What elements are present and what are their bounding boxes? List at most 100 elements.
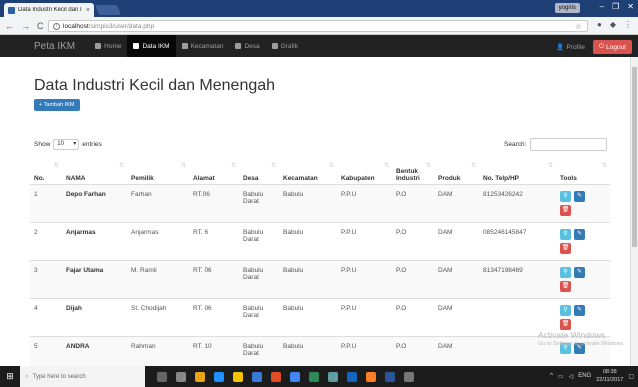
app-icon[interactable] — [290, 371, 300, 382]
notification-icon[interactable]: ▢ — [628, 373, 634, 380]
table-row: 2 Anjarmas Anjarmas RT. 6 Babulu Darat B… — [30, 222, 610, 261]
column-header[interactable]: Kecamatan ⇅ — [279, 157, 337, 185]
navbar-right: 👤 Profile ⏻ Logout — [556, 40, 632, 54]
column-header[interactable]: Alamat ⇅ — [189, 157, 239, 185]
cell-bentuk: P.O — [392, 298, 434, 337]
app-icon[interactable] — [404, 371, 414, 382]
sort-icon: ⇅ — [425, 163, 431, 169]
table-row: 3 Fajar Utama M. Ramli RT. 06 Babulu Dar… — [30, 260, 610, 299]
view-button[interactable]: ⚲ — [560, 266, 571, 278]
reload-icon[interactable]: C — [37, 21, 44, 31]
nav-item-kecamatan[interactable]: Kecamatan — [176, 35, 230, 57]
file-explorer-icon[interactable] — [233, 371, 243, 382]
speaker-icon[interactable]: ◁ — [569, 373, 574, 380]
maximize-icon[interactable]: ❐ — [612, 2, 619, 11]
scrollbar-thumb[interactable] — [632, 67, 637, 247]
windows-start-icon[interactable]: ⊞ — [0, 366, 20, 387]
app-icon[interactable] — [347, 371, 357, 382]
nav-item-home[interactable]: Home — [89, 35, 127, 57]
column-header[interactable]: Tools ⇅ — [556, 157, 610, 185]
column-label: Produk — [438, 174, 461, 182]
cell-bentuk: P.O — [392, 184, 434, 223]
browser-tab[interactable]: Data Industri Kecil dan I × — [4, 3, 94, 17]
chevron-up-icon[interactable]: ^ — [550, 373, 553, 379]
language-indicator[interactable]: ENG — [578, 373, 591, 379]
user-icon: 👤 — [556, 44, 565, 51]
edit-button[interactable]: ✎ — [574, 266, 585, 278]
nav-label: Data IKM — [142, 42, 170, 50]
view-button[interactable]: ⚲ — [560, 228, 571, 240]
back-icon[interactable]: ← — [5, 21, 14, 31]
column-label: Desa — [243, 174, 259, 182]
cell-desa: Babulu Darat — [239, 260, 279, 299]
window-user-badge[interactable]: yogiris — [554, 3, 580, 13]
view-button[interactable]: ⚲ — [560, 190, 571, 202]
column-label: Bentuk Industri — [396, 167, 420, 182]
minimize-icon[interactable]: – — [600, 2, 604, 11]
column-header[interactable]: Pemilik ⇅ — [127, 157, 189, 185]
taskbar-search[interactable]: ○ Type here to search — [20, 366, 145, 387]
shield-icon[interactable]: ◆ — [610, 20, 616, 29]
app-icon[interactable] — [195, 371, 205, 382]
delete-button[interactable]: 🗑 — [560, 242, 571, 254]
column-header[interactable]: No. Telp/HP ⇅ — [479, 157, 556, 185]
column-header[interactable]: Kabupaten ⇅ — [337, 157, 392, 185]
cell-alamat: RT. 06 — [189, 260, 239, 299]
edit-button[interactable]: ✎ — [574, 190, 585, 202]
delete-button[interactable]: 🗑 — [560, 204, 571, 216]
nav-item-desa[interactable]: Desa — [229, 35, 265, 57]
bookmark-star-icon[interactable]: ☆ — [575, 22, 582, 31]
profile-link[interactable]: 👤 Profile — [556, 43, 585, 52]
app-icon[interactable] — [366, 371, 376, 382]
new-tab-button[interactable] — [95, 5, 121, 15]
clock[interactable]: 08:38 22/11/2017 — [596, 368, 623, 384]
cell-no: 2 — [30, 222, 62, 261]
search-label: Search: — [504, 141, 527, 148]
column-header[interactable]: Bentuk Industri ⇅ — [392, 157, 434, 185]
navbar-brand[interactable]: Peta IKM — [34, 41, 75, 52]
search-input[interactable] — [530, 138, 608, 151]
activate-windows-watermark: Activate Windows Go to Settings to activ… — [538, 330, 625, 347]
cell-kabupaten: P.P.U — [337, 184, 392, 223]
task-view-icon[interactable] — [176, 371, 186, 382]
address-bar[interactable]: i localhost/simpis3/user/data.php ☆ — [48, 20, 588, 32]
column-header[interactable]: NAMA ⇅ — [62, 157, 127, 185]
column-label: No. Telp/HP — [483, 174, 519, 182]
extension-icon[interactable]: ● — [597, 20, 602, 29]
sort-icon: ⇅ — [270, 163, 276, 169]
browser-icon[interactable] — [271, 371, 281, 382]
edge-icon[interactable] — [214, 371, 224, 382]
nav-item-data-ikm[interactable]: Data IKM — [127, 35, 176, 57]
logout-button[interactable]: ⏻ Logout — [592, 40, 632, 54]
app-icon[interactable] — [328, 371, 338, 382]
cell-no: 1 — [30, 184, 62, 223]
network-icon[interactable]: ▭ — [558, 373, 564, 380]
nav-item-grafik[interactable]: Grafik — [266, 35, 304, 57]
close-window-icon[interactable]: ✕ — [627, 2, 634, 11]
extension-icons: ● ◆ ⋮ — [597, 20, 632, 29]
menu-icon[interactable]: ⋮ — [624, 20, 632, 29]
tab-close-icon[interactable]: × — [86, 7, 90, 14]
view-button[interactable]: ⚲ — [560, 304, 571, 316]
word-icon[interactable] — [385, 371, 395, 382]
sort-icon: ⇅ — [230, 163, 236, 169]
page-scrollbar[interactable] — [630, 57, 638, 366]
column-header[interactable]: Desa ⇅ — [239, 157, 279, 185]
column-header[interactable]: No. ⇅ — [30, 157, 62, 185]
column-header[interactable]: Produk ⇅ — [434, 157, 479, 185]
app-icon[interactable] — [252, 371, 262, 382]
delete-button[interactable]: 🗑 — [560, 318, 571, 330]
delete-button[interactable]: 🗑 — [560, 280, 571, 292]
forward-icon[interactable]: → — [21, 21, 30, 31]
edit-button[interactable]: ✎ — [574, 228, 585, 240]
cell-pemilik: M. Ramli — [127, 260, 189, 299]
entries-select[interactable]: 10 — [53, 139, 80, 150]
data-table: No. ⇅ NAMA ⇅ Pemilik ⇅ Alamat ⇅ Desa ⇅ Kecama… — [30, 157, 610, 375]
app-icon[interactable] — [309, 371, 319, 382]
site-info-icon[interactable]: i — [53, 22, 60, 30]
column-label: NAMA — [66, 174, 86, 182]
table-header-row: No. ⇅ NAMA ⇅ Pemilik ⇅ Alamat ⇅ Desa ⇅ Kecama… — [30, 157, 610, 185]
edit-button[interactable]: ✎ — [574, 304, 585, 316]
mic-icon[interactable] — [157, 371, 167, 382]
add-ikm-button[interactable]: + Tambah IKM — [34, 99, 80, 111]
